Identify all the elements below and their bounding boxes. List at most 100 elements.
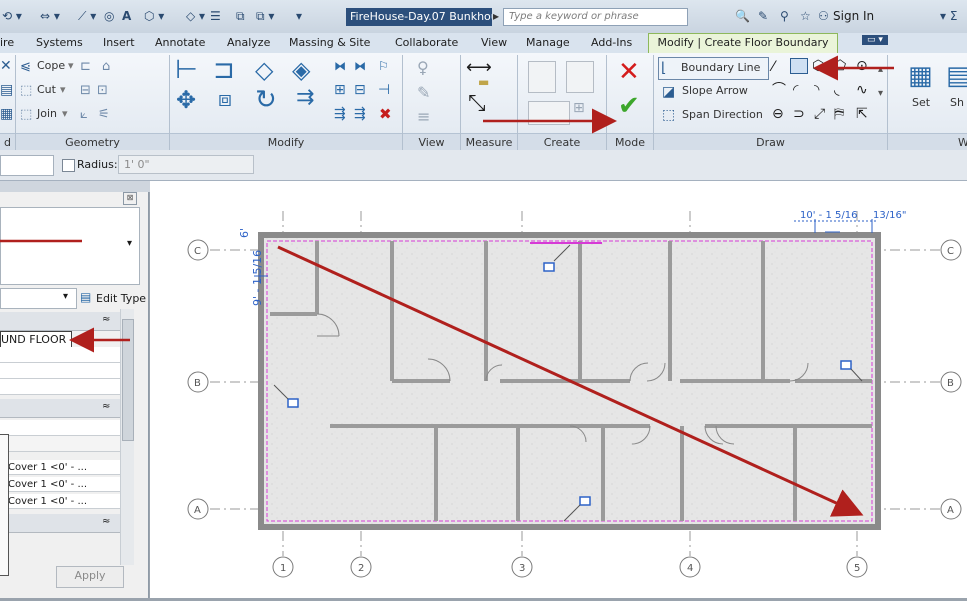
- tab-massing-site[interactable]: Massing & Site: [289, 36, 370, 49]
- aligned-dimension-icon[interactable]: ⤡: [468, 93, 486, 115]
- align-icon[interactable]: ⊢: [175, 57, 198, 83]
- measure-icon[interactable]: ⇔ ▾: [40, 9, 60, 23]
- partial-ellipse-icon[interactable]: ⊃: [793, 105, 805, 123]
- tab-architecture[interactable]: ire: [0, 36, 14, 49]
- property-row[interactable]: [0, 379, 120, 395]
- dimensions-section[interactable]: ≈: [0, 514, 120, 533]
- expand-arrow-icon[interactable]: ▸: [493, 9, 499, 23]
- tab-manage[interactable]: Manage: [526, 36, 570, 49]
- spline-icon[interactable]: ∿: [856, 81, 868, 99]
- customize-qat-icon[interactable]: ▾: [296, 9, 302, 23]
- boundary-line-button[interactable]: ⌊ Boundary Line: [658, 57, 769, 80]
- cut-icon[interactable]: ✕: [0, 57, 12, 75]
- thin-lines-icon[interactable]: ☰: [210, 9, 221, 23]
- type-selector[interactable]: ▾: [0, 207, 140, 285]
- set-button[interactable]: Set: [912, 96, 930, 109]
- fillet-arc-icon[interactable]: ◟: [834, 81, 839, 99]
- linework-icon[interactable]: ≡: [417, 108, 430, 126]
- section-icon[interactable]: ◇ ▾: [186, 9, 205, 23]
- properties-scrollbar[interactable]: [120, 309, 134, 565]
- 3d-view-icon[interactable]: ⬡ ▾: [144, 9, 164, 23]
- show-button[interactable]: Sh: [950, 96, 964, 109]
- move-icon[interactable]: ✥: [176, 87, 196, 113]
- apply-button[interactable]: Apply: [56, 566, 124, 588]
- binoculars-icon[interactable]: 🔍: [735, 9, 750, 23]
- property-row[interactable]: [0, 436, 120, 452]
- wall-cut-icon[interactable]: ⟀: [80, 106, 88, 124]
- split-element-icon[interactable]: ⧓: [334, 57, 346, 75]
- paste-icon[interactable]: ▤: [0, 81, 13, 99]
- undo-icon[interactable]: ⟲ ▾: [2, 9, 22, 23]
- trim-extend-icon[interactable]: ⇉: [296, 85, 314, 111]
- user-icon[interactable]: ⚇: [818, 9, 829, 23]
- rectangle-tool-icon[interactable]: [790, 58, 808, 74]
- polygon-tool-icon[interactable]: ⬡: [812, 57, 824, 75]
- paint-icon[interactable]: ⌂: [102, 58, 110, 76]
- ribbon-options-icon[interactable]: ▭ ▾: [862, 35, 888, 45]
- unpin-icon[interactable]: ⚐: [378, 57, 389, 75]
- rebar-cover-bottom[interactable]: Cover 1 <0' - ...: [0, 477, 120, 492]
- ruler-icon[interactable]: ▬: [478, 73, 489, 91]
- cut-button[interactable]: Cut: [37, 83, 56, 96]
- finish-edit-mode-icon[interactable]: ✔: [618, 93, 640, 119]
- span-direction-icon[interactable]: ⬚: [662, 106, 675, 124]
- cope-button[interactable]: Cope: [37, 59, 65, 72]
- instance-filter-select[interactable]: ▾: [0, 288, 77, 309]
- pick-lines-icon[interactable]: ⤢: [814, 105, 825, 123]
- wall-joins-icon[interactable]: ⊏: [80, 58, 91, 76]
- pick-walls-icon[interactable]: ⛿: [834, 105, 844, 123]
- favorites-icon[interactable]: ☆: [800, 9, 811, 23]
- property-row[interactable]: [0, 347, 120, 363]
- radius-field[interactable]: 1' 0": [118, 155, 254, 174]
- rebar-cover-other[interactable]: Cover 1 <0' - ...: [0, 494, 120, 509]
- inscribed-polygon-icon[interactable]: ⬠: [834, 57, 846, 75]
- span-direction-button[interactable]: Span Direction: [682, 108, 763, 121]
- copy-icon[interactable]: ▦: [0, 105, 13, 123]
- cancel-edit-mode-icon[interactable]: ✕: [618, 59, 640, 85]
- offset-field[interactable]: [0, 155, 54, 176]
- scale-icon[interactable]: ⊟: [354, 81, 366, 99]
- tab-annotate[interactable]: Annotate: [155, 36, 205, 49]
- close-icon[interactable]: ⊠: [123, 192, 137, 205]
- scrollbar-thumb[interactable]: [122, 319, 134, 441]
- constraints-section[interactable]: ≈: [0, 312, 120, 331]
- trim-single-icon[interactable]: ⇶: [354, 105, 366, 123]
- property-row[interactable]: [0, 363, 120, 379]
- join-button[interactable]: Join: [37, 107, 57, 120]
- join-geometry-icon[interactable]: ⬚: [20, 106, 32, 124]
- subscription-icon[interactable]: ✎: [758, 9, 768, 23]
- draw-scroll-up-icon[interactable]: ▴: [878, 61, 883, 79]
- tab-insert[interactable]: Insert: [103, 36, 135, 49]
- create-similar-icon[interactable]: [528, 61, 556, 93]
- split-gap-icon[interactable]: ⧓: [354, 57, 366, 75]
- sign-in-link[interactable]: Sign In: [833, 9, 874, 23]
- cut-geometry-icon[interactable]: ⬚: [20, 82, 32, 100]
- tab-collaborate[interactable]: Collaborate: [395, 36, 458, 49]
- tab-view[interactable]: View: [481, 36, 507, 49]
- mirror-draw-axis-icon[interactable]: ◈: [292, 57, 310, 83]
- pin-icon[interactable]: ⊣: [378, 81, 390, 99]
- switch-windows-icon[interactable]: ⧉ ▾: [256, 9, 274, 24]
- tab-add-ins[interactable]: Add-Ins: [591, 36, 632, 49]
- delete-icon[interactable]: ✖: [379, 105, 392, 123]
- set-workplane-icon[interactable]: ▦: [908, 63, 933, 89]
- radius-checkbox[interactable]: [62, 159, 75, 172]
- floor-plan-view[interactable]: 9' - 1 5/16 6' 10' - 1 5/16 13/16" C B A…: [150, 181, 967, 598]
- help-dropdown-icon[interactable]: ▾ Σ: [940, 9, 957, 23]
- hide-element-icon[interactable]: ♀: [417, 59, 429, 77]
- text-icon[interactable]: A: [122, 9, 131, 23]
- copy-element-icon[interactable]: ⧈: [218, 87, 232, 113]
- demolish-icon[interactable]: ⊡: [97, 82, 108, 100]
- ellipse-icon[interactable]: ⊖: [772, 105, 784, 123]
- offset-icon[interactable]: ⊐: [213, 57, 235, 83]
- rebar-cover-top[interactable]: Cover 1 <0' - ...: [0, 460, 120, 475]
- create-group-icon[interactable]: [566, 61, 594, 93]
- draw-scroll-down-icon[interactable]: ▾: [878, 85, 883, 103]
- cope-icon[interactable]: ⩿: [20, 58, 31, 76]
- edit-type-button[interactable]: Edit Type: [96, 292, 146, 305]
- trim-multiple-icon[interactable]: ⇶: [334, 105, 346, 123]
- rotate-icon[interactable]: ↻: [255, 87, 277, 113]
- slope-arrow-button[interactable]: Slope Arrow: [682, 84, 748, 97]
- tag-icon[interactable]: ◎: [104, 9, 114, 23]
- edit-type-icon[interactable]: ▤: [80, 290, 91, 304]
